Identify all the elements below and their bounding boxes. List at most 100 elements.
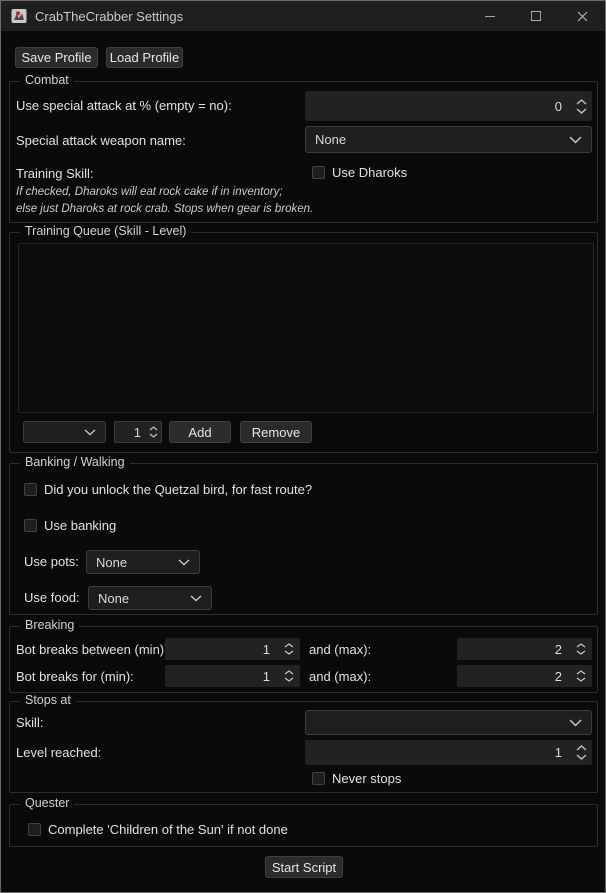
titlebar: CrabTheCrabber Settings [1,1,605,31]
chevron-up-icon[interactable] [576,670,586,675]
chevron-up-icon[interactable] [576,643,586,648]
load-profile-button[interactable]: Load Profile [106,47,183,68]
window-controls [467,1,605,31]
chevron-down-icon[interactable] [576,754,587,760]
chevron-up-icon[interactable] [284,643,294,648]
dharoks-note-line1: If checked, Dharoks will eat rock cake i… [16,186,283,198]
start-script-button[interactable]: Start Script [265,856,343,878]
app-icon [11,8,27,24]
quester-legend: Quester [20,796,75,810]
never-stops-checkbox[interactable] [312,772,325,785]
chevron-down-icon[interactable] [284,677,294,682]
combat-group: Combat Use special attack at % (empty = … [9,73,598,223]
spec-attack-spinner[interactable]: 0 [305,91,592,121]
chevron-down-icon [178,558,190,566]
combat-legend: Combat [20,73,74,87]
use-banking-label: Use banking [44,518,117,533]
spec-weapon-select[interactable]: None [305,126,592,153]
combo-value: None [315,132,347,147]
settings-window: CrabTheCrabber Settings Save Profile Loa… [0,0,606,893]
save-profile-button[interactable]: Save Profile [15,47,98,68]
training-skill-label: Training Skill: [16,166,94,181]
spinner-value: 0 [554,98,562,114]
window-title: CrabTheCrabber Settings [35,8,184,24]
chevron-down-icon[interactable] [576,677,586,682]
breaking-group: Breaking Bot breaks between (min): 1 and… [9,618,598,693]
combo-value: None [98,590,130,606]
quest-checkbox[interactable] [28,823,41,836]
close-button[interactable] [559,1,605,31]
breaks-for-and-label: and (max): [309,669,372,684]
banking-legend: Banking / Walking [20,455,130,469]
level-reached-label: Level reached: [16,745,102,760]
banking-group: Banking / Walking Did you unlock the Que… [9,455,598,615]
add-button[interactable]: Add [169,421,231,443]
use-food-select[interactable]: None [88,586,212,610]
spinner-value: 1 [133,424,141,440]
combo-value: None [96,554,128,570]
chevron-down-icon[interactable] [284,650,294,655]
spinner-arrows[interactable] [570,670,592,682]
spinner-value: 1 [262,641,270,657]
spec-attack-label: Use special attack at % (empty = no): [16,98,232,113]
chevron-up-icon[interactable] [576,98,587,105]
use-dharoks-label: Use Dharoks [332,165,408,180]
minimize-button[interactable] [467,1,513,31]
remove-button[interactable]: Remove [240,421,312,443]
training-queue-list[interactable] [18,243,594,413]
breaks-between-min-spinner[interactable]: 1 [165,638,300,660]
use-food-label: Use food: [24,590,80,605]
use-dharoks-checkbox[interactable] [312,166,325,179]
close-icon [577,11,588,22]
training-queue-legend: Training Queue (Skill - Level) [20,224,192,238]
chevron-down-icon [569,718,582,727]
spinner-value: 1 [262,668,270,684]
never-stops-label: Never stops [332,771,402,786]
use-banking-checkbox[interactable] [24,519,37,532]
breaks-for-label: Bot breaks for (min): [16,669,134,684]
chevron-down-icon [84,428,96,436]
breaks-for-max-spinner[interactable]: 2 [457,665,592,687]
breaks-between-label: Bot breaks between (min): [16,642,168,657]
spinner-value: 2 [554,668,562,684]
spinner-arrows[interactable] [570,643,592,655]
breaking-legend: Breaking [20,618,80,632]
queue-skill-select[interactable] [23,421,106,443]
stops-legend: Stops at [20,693,76,707]
dharoks-note-line2: else just Dharoks at rock crab. Stops wh… [16,203,314,215]
queue-level-spinner[interactable]: 1 [114,421,162,443]
stops-skill-select[interactable] [305,710,592,735]
spinner-arrows[interactable] [278,643,300,655]
spinner-arrows[interactable] [570,745,592,760]
use-pots-label: Use pots: [24,554,79,569]
quest-label: Complete 'Children of the Sun' if not do… [48,822,288,837]
chevron-up-icon[interactable] [149,426,158,431]
chevron-down-icon [569,135,582,144]
breaks-between-and-label: and (max): [309,642,372,657]
chevron-up-icon[interactable] [284,670,294,675]
use-pots-select[interactable]: None [86,550,200,574]
chevron-down-icon[interactable] [576,108,587,114]
chevron-up-icon[interactable] [576,745,587,751]
minimize-icon [485,15,495,17]
chevron-down-icon[interactable] [576,650,586,655]
training-queue-group: Training Queue (Skill - Level) 1 Add Rem… [9,224,598,453]
maximize-icon [531,11,541,21]
stops-group: Stops at Skill: Level reached: 1 Never s… [9,693,598,793]
quetzal-checkbox[interactable] [24,483,37,496]
spinner-value: 2 [554,641,562,657]
spec-weapon-label: Special attack weapon name: [16,133,186,148]
spinner-value: 1 [554,745,562,760]
chevron-down-icon[interactable] [149,433,158,438]
breaks-between-max-spinner[interactable]: 2 [457,638,592,660]
spinner-arrows[interactable] [278,670,300,682]
quetzal-label: Did you unlock the Quetzal bird, for fas… [44,482,313,497]
level-reached-spinner[interactable]: 1 [305,740,592,765]
maximize-button[interactable] [513,1,559,31]
spinner-arrows[interactable] [145,426,161,438]
quester-group: Quester Complete 'Children of the Sun' i… [9,796,598,847]
stops-skill-label: Skill: [16,715,44,730]
chevron-down-icon [190,594,202,602]
spinner-arrows[interactable] [570,98,592,114]
breaks-for-min-spinner[interactable]: 1 [165,665,300,687]
